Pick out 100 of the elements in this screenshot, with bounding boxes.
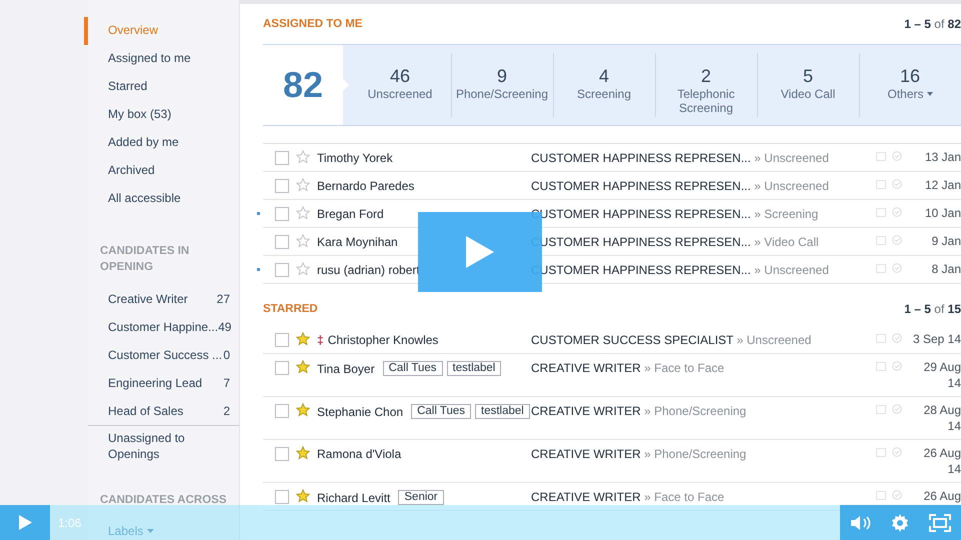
stage-filter[interactable]: 4 Screening: [553, 45, 655, 125]
check-circle-icon[interactable]: [892, 447, 902, 457]
star-icon[interactable]: [296, 262, 310, 276]
total-count: 82: [263, 45, 349, 125]
date-text: 26 Aug: [922, 488, 961, 504]
check-circle-icon[interactable]: [892, 179, 902, 189]
checkbox[interactable]: [275, 333, 289, 347]
check-circle-icon[interactable]: [892, 361, 902, 371]
date-text: 8 Jan: [930, 261, 961, 277]
star-icon[interactable]: [296, 360, 310, 374]
date-text: 9 Jan: [930, 233, 961, 249]
date-text: 13 Jan: [924, 149, 961, 165]
check-circle-icon[interactable]: [892, 263, 902, 273]
calendar-icon[interactable]: [876, 490, 886, 500]
opening-count: 27: [216, 292, 230, 306]
checkbox[interactable]: [275, 490, 289, 504]
checkbox[interactable]: [275, 361, 289, 375]
opening-item[interactable]: Head of Sales 2: [88, 397, 239, 425]
stage-filter[interactable]: 9 Phone/Screening: [451, 45, 553, 125]
calendar-icon[interactable]: [876, 333, 886, 343]
opening-item[interactable]: Creative Writer 27: [88, 285, 239, 313]
star-icon[interactable]: [296, 446, 310, 460]
sidebar-nav-item[interactable]: Unassigned to Openings: [88, 426, 239, 462]
label-tag: testlabel: [446, 361, 502, 376]
opening-stage: CREATIVE WRITER » Phone/Screening: [531, 447, 748, 461]
candidate-name[interactable]: Kara Moynihan: [317, 235, 398, 249]
settings-icon[interactable]: [891, 514, 910, 532]
sidebar-nav-item[interactable]: Archived: [84, 157, 239, 185]
sidebar-nav-item[interactable]: Starred: [84, 73, 239, 101]
calendar-icon[interactable]: [876, 151, 886, 161]
candidate-name[interactable]: Bregan Ford: [317, 207, 384, 221]
calendar-icon[interactable]: [876, 447, 886, 457]
label-tag: testlabel: [475, 404, 530, 419]
check-circle-icon[interactable]: [892, 404, 902, 414]
checkbox[interactable]: [275, 263, 289, 277]
star-icon[interactable]: [296, 403, 310, 417]
candidate-name[interactable]: Christopher Knowles: [328, 333, 438, 347]
star-icon[interactable]: [296, 332, 310, 346]
sidebar-nav-item[interactable]: My box (53): [84, 101, 239, 129]
opening-label: Engineering Lead: [108, 376, 202, 390]
calendar-icon[interactable]: [876, 207, 886, 217]
sidebar-nav-item[interactable]: Added by me: [84, 129, 239, 157]
checkbox[interactable]: [275, 179, 289, 193]
star-icon[interactable]: [296, 234, 310, 248]
calendar-icon[interactable]: [876, 361, 886, 371]
date-text: 28 Aug 14: [922, 402, 961, 434]
checkbox[interactable]: [275, 447, 289, 461]
sidebar-nav-item[interactable]: All accessible: [84, 185, 239, 213]
play-icon: [466, 236, 494, 268]
candidate-name[interactable]: Richard Levitt: [317, 490, 390, 504]
star-icon[interactable]: [296, 150, 310, 164]
check-circle-icon[interactable]: [892, 333, 902, 343]
opening-count: 2: [223, 404, 230, 418]
play-button[interactable]: [0, 505, 50, 540]
label-tag: Call Tues: [382, 361, 443, 376]
candidate-name[interactable]: Bernardo Paredes: [317, 179, 414, 193]
date-text: 26 Aug 14: [922, 445, 961, 477]
section-heading: CANDIDATES ACROSS: [99, 493, 228, 506]
star-icon[interactable]: [296, 206, 310, 220]
sidebar-nav-item[interactable]: Assigned to me: [84, 45, 239, 73]
check-circle-icon[interactable]: [892, 207, 902, 217]
checkbox[interactable]: [275, 235, 289, 249]
checkbox[interactable]: [275, 404, 289, 418]
section-title: STARRED: [263, 303, 318, 315]
opening-stage: CREATIVE WRITER » Face to Face: [531, 361, 726, 375]
date-text: 10 Jan: [924, 205, 961, 221]
stage-filter[interactable]: 5 Video Call: [757, 45, 859, 125]
fullscreen-icon[interactable]: [929, 514, 952, 532]
opening-stage: CUSTOMER HAPPINESS REPRESEN... » Unscreened: [531, 151, 830, 165]
candidate-name[interactable]: Tina Boyer: [317, 362, 375, 376]
stage-filter[interactable]: 16 Others: [859, 45, 961, 125]
candidate-name[interactable]: Stephanie Chon: [317, 404, 404, 418]
opening-count: 7: [223, 376, 230, 390]
checkbox[interactable]: [275, 151, 289, 165]
opening-stage: CUSTOMER HAPPINESS REPRESEN... » Unscreened: [531, 179, 830, 193]
calendar-icon[interactable]: [876, 404, 886, 414]
volume-icon[interactable]: [850, 514, 872, 530]
flag-mark: ‡: [317, 333, 324, 347]
star-icon[interactable]: [296, 489, 310, 503]
star-icon[interactable]: [296, 178, 310, 192]
calendar-icon[interactable]: [876, 235, 886, 245]
calendar-icon[interactable]: [876, 179, 886, 189]
calendar-icon[interactable]: [876, 263, 886, 273]
checkbox[interactable]: [275, 207, 289, 221]
pagination-range: 1 – 5 of 82: [904, 17, 961, 31]
check-circle-icon[interactable]: [892, 151, 902, 161]
stage-filter[interactable]: 46 Unscreened: [349, 45, 451, 125]
opening-count: 0: [223, 348, 230, 362]
opening-stage: CUSTOMER SUCCESS SPECIALIST » Unscreened: [531, 333, 812, 347]
check-circle-icon[interactable]: [892, 235, 902, 245]
candidate-name[interactable]: Timothy Yorek: [317, 151, 393, 165]
opening-item[interactable]: Customer Happine...49: [88, 313, 239, 341]
opening-label: Customer Success ...: [108, 348, 222, 362]
check-circle-icon[interactable]: [892, 490, 902, 500]
candidate-name[interactable]: Ramona d'Viola: [317, 447, 402, 461]
stage-filter[interactable]: 2 Telephonic Screening: [655, 45, 757, 125]
opening-item[interactable]: Engineering Lead 7: [88, 369, 239, 397]
opening-label: Creative Writer: [108, 292, 188, 306]
opening-item[interactable]: Customer Success ...0: [88, 341, 239, 369]
section-title: ASSIGNED TO ME: [263, 18, 362, 30]
